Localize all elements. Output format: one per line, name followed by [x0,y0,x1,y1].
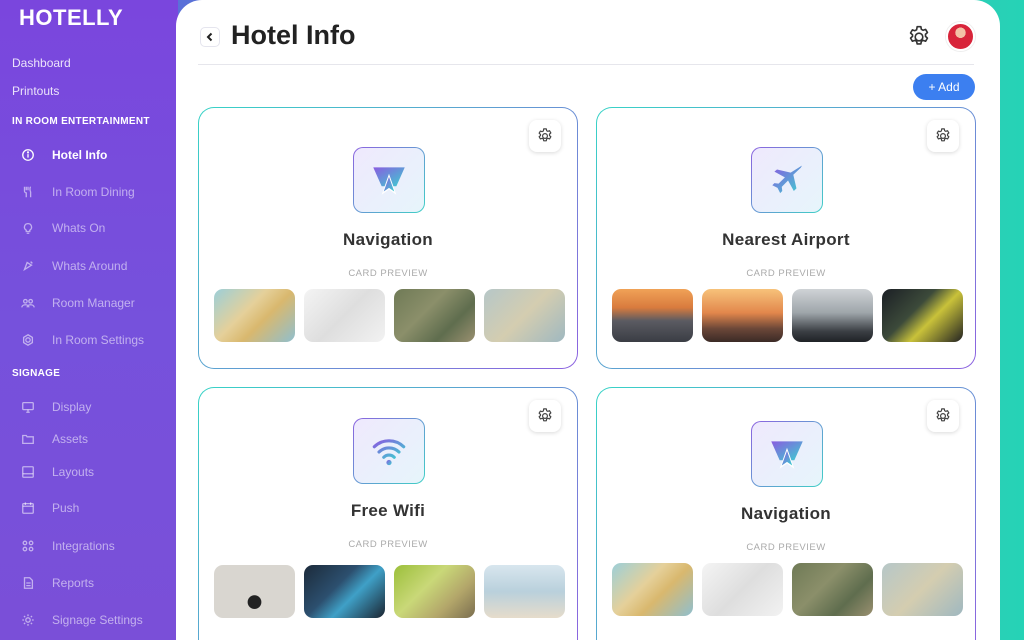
settings-icon [20,332,36,348]
navigation-icon [751,421,823,487]
settings-gear-icon[interactable] [906,24,932,50]
card-preview-label: CARD PREVIEW [746,542,826,553]
thumbnail-world-sketch [304,289,385,342]
users-icon [20,295,36,311]
card-preview-label: CARD PREVIEW [348,268,428,279]
card-title: Free Wifi [350,501,426,520]
card-settings-button[interactable] [927,120,959,152]
gear-icon [538,408,552,422]
thumbnail-wifi-sign [214,565,295,618]
wifi-icon [353,418,425,484]
thumbnail-map-compass [882,563,963,616]
section-title-entertainment: IN ROOM ENTERTAINMENT [12,116,150,127]
thumbnail-map-pins [214,289,295,342]
sidebar-item-in-room-settings[interactable]: In Room Settings [20,330,170,350]
navigation-icon [353,147,425,213]
card-settings-button[interactable] [529,120,561,152]
sidebar-item-label: Signage Settings [52,613,143,627]
thumbnail-departure-board [882,289,963,342]
main-panel: Hotel Info + Add Navigation CARD PREVIEW [176,0,1000,640]
layout-icon [20,464,36,480]
card-free-wifi[interactable]: Free Wifi CARD PREVIEW [198,387,578,640]
thumbnail-plane-window [702,289,783,342]
card-title: Navigation [741,504,831,523]
sidebar-item-label: Layouts [52,465,95,479]
sidebar-item-label: Assets [52,432,89,446]
header-divider [198,64,974,65]
sidebar-item-label: In Room Settings [52,333,145,347]
sidebar-item-label: Room Manager [52,296,135,310]
user-avatar[interactable] [946,22,975,51]
card-title: Nearest Airport [722,230,850,249]
sidebar-item-display[interactable]: Display [20,397,170,417]
card-navigation[interactable]: Navigation CARD PREVIEW [198,107,578,369]
gear-icon [20,612,36,628]
sidebar-item-label: Whats Around [52,259,128,273]
sidebar-item-label: Reports [52,576,95,590]
sidebar-item-in-room-dining[interactable]: In Room Dining [20,182,170,202]
card-preview-label: CARD PREVIEW [746,268,826,279]
monitor-icon [20,399,36,415]
gear-icon [936,128,950,142]
sidebar-item-label: In Room Dining [52,185,135,199]
sidebar-item-whats-on[interactable]: Whats On [20,218,170,238]
gear-icon [538,128,552,142]
sidebar-item-room-manager[interactable]: Room Manager [20,293,170,313]
sidebar-item-label: Whats On [52,221,106,235]
sidebar-item-label: Hotel Info [52,148,108,162]
card-preview-label: CARD PREVIEW [348,539,428,550]
back-button[interactable] [200,27,220,47]
sidebar-item-label: Display [52,400,92,414]
thumbnail-terrain-map [394,289,475,342]
sidebar-item-push[interactable]: Push [20,498,170,518]
add-button[interactable]: + Add [913,74,975,100]
sidebar-item-signage-settings[interactable]: Signage Settings [20,610,170,630]
nav-printouts[interactable]: Printouts [12,84,59,98]
card-settings-button[interactable] [927,400,959,432]
preview-thumbnails [612,289,963,342]
thumbnail-phone-beach [484,565,565,618]
card-title: Navigation [343,230,433,249]
thumbnail-map-pins [612,563,693,616]
thumbnail-terrain-map [792,563,873,616]
sidebar-item-layouts[interactable]: Layouts [20,462,170,482]
lightbulb-icon [20,220,36,236]
fork-knife-icon [20,184,36,200]
sidebar-item-whats-around[interactable]: Whats Around [20,256,170,276]
folder-icon [20,431,36,447]
thumbnail-map-compass [484,289,565,342]
nav-dashboard[interactable]: Dashboard [12,56,71,70]
preview-thumbnails [214,565,565,618]
sidebar-item-label: Push [52,501,80,515]
thumbnail-free-wifi-sign [394,565,475,618]
chevron-left-icon [206,32,213,42]
card-nearest-airport[interactable]: Nearest Airport CARD PREVIEW [596,107,976,369]
sidebar-item-hotel-info[interactable]: Hotel Info [20,145,170,165]
brand-logo[interactable]: HOTELLY [19,5,123,31]
thumbnail-phone-settings [304,565,385,618]
calendar-icon [20,500,36,516]
gear-icon [936,408,950,422]
sidebar-item-assets[interactable]: Assets [20,429,170,449]
section-title-signage: SIGNAGE [12,368,61,379]
thumbnail-terminal [792,289,873,342]
card-navigation-2[interactable]: Navigation CARD PREVIEW [596,387,976,640]
thumbnail-airport-runway [612,289,693,342]
page-title: Hotel Info [231,20,356,50]
info-icon [20,147,36,163]
grid-icon [20,538,36,554]
thumbnail-world-sketch [702,563,783,616]
sidebar-item-reports[interactable]: Reports [20,573,170,593]
location-icon [20,258,36,274]
document-icon [20,575,36,591]
preview-thumbnails [612,563,963,616]
sidebar-item-label: Integrations [52,539,115,553]
sidebar: HOTELLY Dashboard Printouts IN ROOM ENTE… [0,0,178,640]
sidebar-item-integrations[interactable]: Integrations [20,536,170,556]
preview-thumbnails [214,289,565,342]
airplane-icon [751,147,823,213]
card-settings-button[interactable] [529,400,561,432]
